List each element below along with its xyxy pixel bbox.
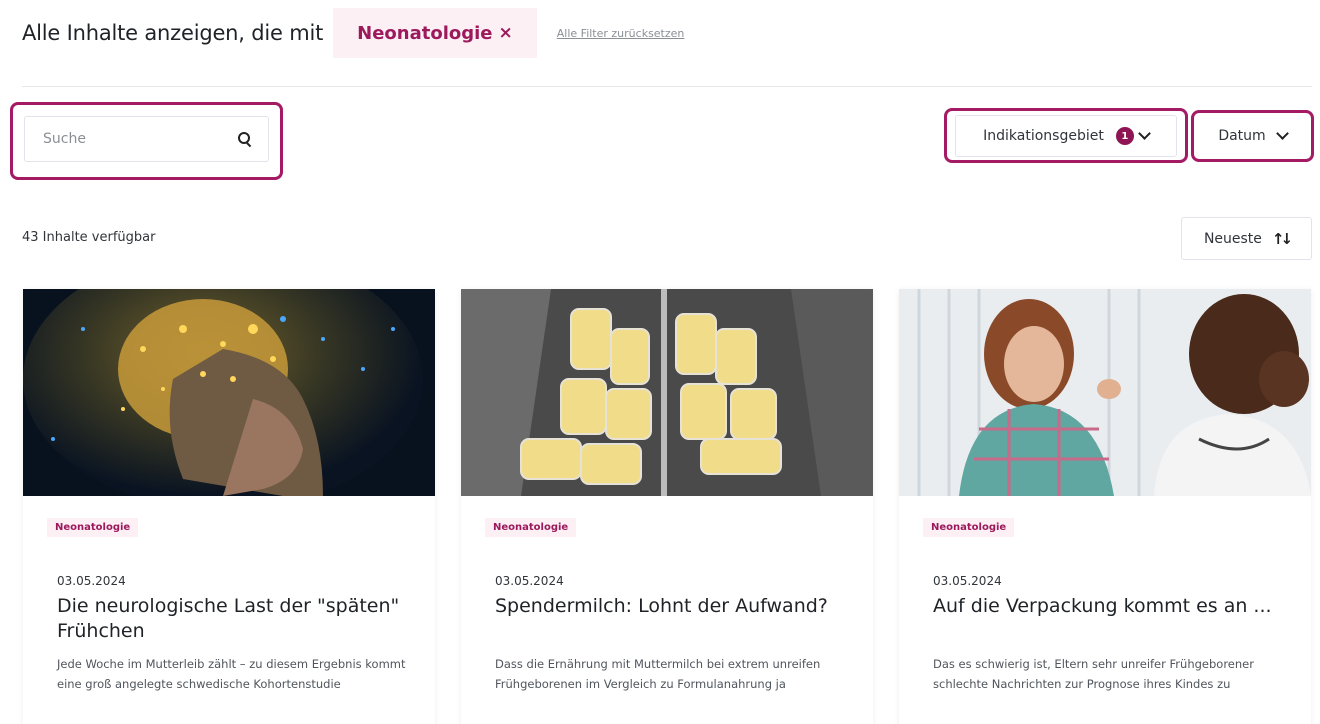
sort-arrows-icon: ↑↓ (1271, 229, 1293, 248)
filter-chip-label: Neonatologie (357, 22, 493, 44)
datum-label: Datum (1218, 128, 1266, 144)
article-image (23, 289, 435, 496)
search-box[interactable] (24, 116, 269, 162)
divider (22, 86, 1312, 87)
article-date: 03.05.2024 (933, 574, 1002, 588)
datum-dropdown[interactable]: Datum (1198, 116, 1307, 156)
article-excerpt: Das es schwierig ist, Eltern sehr unreif… (933, 657, 1254, 691)
article-image (461, 289, 873, 496)
article-title[interactable]: Auf die Verpackung kommt es an ... (933, 594, 1293, 619)
filter-count-badge: 1 (1115, 127, 1134, 145)
article-date: 03.05.2024 (495, 574, 564, 588)
filter-header: Alle Inhalte anzeigen, die mit Neonatolo… (22, 8, 684, 58)
article-excerpt: Jede Woche im Mutterleib zählt – zu dies… (57, 657, 406, 691)
active-filter-chip[interactable]: Neonatologie × (333, 8, 537, 58)
sort-label: Neueste (1203, 230, 1262, 247)
article-title[interactable]: Spendermilch: Lohnt der Aufwand? (495, 594, 855, 619)
page-title: Alle Inhalte anzeigen, die mit (22, 21, 324, 45)
search-input[interactable] (43, 131, 213, 147)
indikationsgebiet-dropdown[interactable]: Indikationsgebiet 1 (955, 115, 1177, 157)
search-icon[interactable] (238, 132, 252, 146)
article-title[interactable]: Die neurologische Last der "späten" Früh… (57, 594, 417, 644)
chevron-down-icon (1137, 126, 1151, 140)
article-card[interactable]: Neonatologie 03.05.2024 Die neurologisch… (23, 289, 435, 724)
chevron-down-icon (1275, 126, 1289, 140)
article-card[interactable]: Neonatologie 03.05.2024 Spendermilch: Lo… (461, 289, 873, 724)
indikationsgebiet-label: Indikationsgebiet (983, 128, 1104, 144)
reset-filters-link[interactable]: Alle Filter zurücksetzen (557, 27, 685, 40)
article-image (899, 289, 1311, 496)
close-icon[interactable]: × (499, 23, 513, 43)
article-excerpt: Dass die Ernährung mit Muttermilch bei e… (495, 657, 821, 691)
category-tag[interactable]: Neonatologie (923, 518, 1015, 537)
category-tag[interactable]: Neonatologie (47, 518, 139, 537)
results-count: 43 Inhalte verfügbar (22, 230, 156, 245)
sort-button[interactable]: Neueste ↑↓ (1181, 217, 1312, 260)
article-card[interactable]: Neonatologie 03.05.2024 Auf die Verpacku… (899, 289, 1311, 724)
category-tag[interactable]: Neonatologie (485, 518, 577, 537)
article-date: 03.05.2024 (57, 574, 126, 588)
